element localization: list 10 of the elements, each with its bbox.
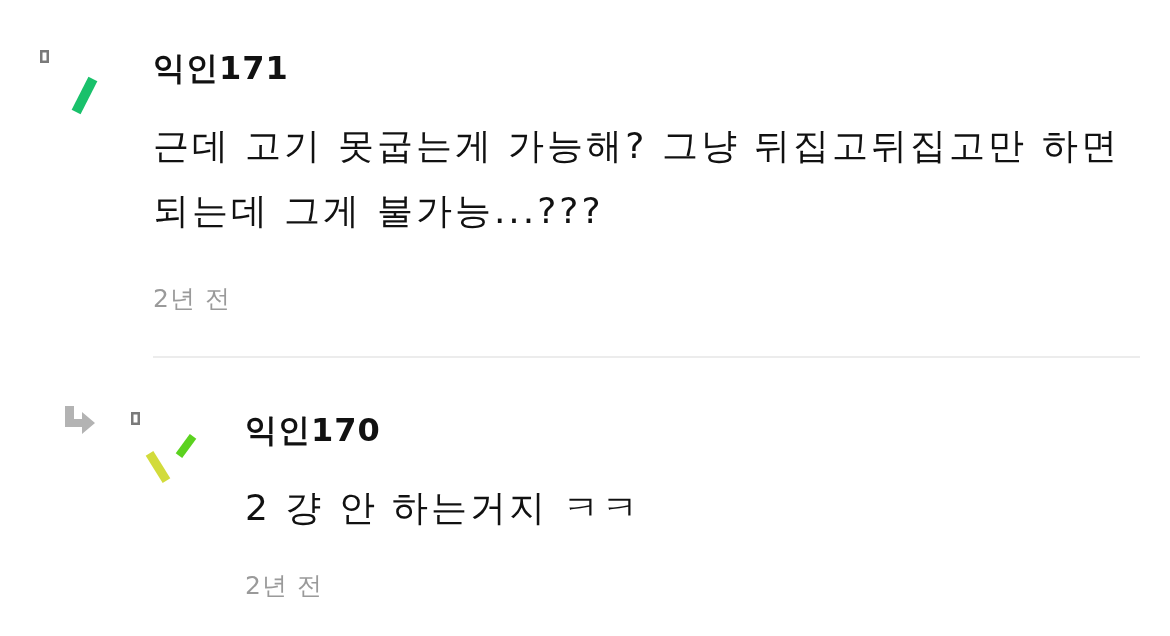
- comment-text: 근데 고기 못굽는게 가능해? 그냥 뒤집고뒤집고만 하면 되는데 그게 불가능...???: [153, 124, 1121, 233]
- timestamp: 2년 전: [245, 570, 324, 602]
- timestamp: 2년 전: [153, 283, 232, 315]
- reply-arrow-icon: [65, 406, 95, 434]
- image-placeholder-icon: [40, 50, 49, 63]
- image-placeholder-icon: [131, 412, 140, 425]
- comment-text: 2 걍 안 하는거지 ㅋㅋ: [245, 486, 642, 530]
- author-name: 익인170: [245, 410, 382, 450]
- avatar-icon: [145, 434, 197, 483]
- author-name: 익인171: [153, 48, 290, 88]
